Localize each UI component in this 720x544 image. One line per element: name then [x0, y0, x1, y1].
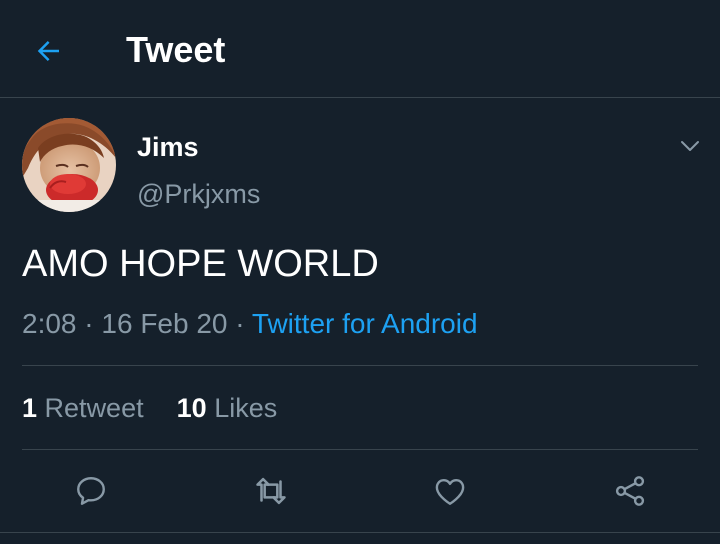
- likes-count: 10: [176, 393, 207, 423]
- divider: [22, 365, 698, 366]
- retweets-label: Retweet: [44, 393, 144, 423]
- like-icon: [435, 479, 465, 505]
- reply-button[interactable]: [66, 466, 116, 516]
- likes-label: Likes: [214, 393, 278, 423]
- avatar-image: [22, 118, 116, 212]
- like-button[interactable]: [425, 466, 475, 516]
- retweets-stat[interactable]: 1 Retweet: [22, 393, 151, 423]
- page-title: Tweet: [126, 29, 226, 70]
- tweet-date: 16 Feb 20: [101, 308, 228, 339]
- retweet-button[interactable]: [246, 466, 296, 516]
- divider: [22, 449, 698, 450]
- share-icon: [615, 476, 645, 506]
- tweet-source-link[interactable]: Twitter for Android: [252, 308, 478, 339]
- divider: [0, 532, 720, 533]
- tweet-meta: 2:08 · 16 Feb 20 · Twitter for Android: [22, 306, 478, 342]
- author-display-name[interactable]: Jims: [137, 131, 199, 163]
- chevron-down-icon: [681, 141, 699, 151]
- meta-separator: ·: [235, 308, 245, 339]
- retweet-icon: [256, 477, 286, 505]
- meta-separator: ·: [84, 308, 94, 339]
- likes-stat[interactable]: 10 Likes: [177, 393, 278, 423]
- author-handle[interactable]: @Prkjxms: [137, 178, 260, 210]
- tweet-time: 2:08: [22, 308, 77, 339]
- retweets-count: 1: [22, 393, 38, 423]
- reply-icon: [77, 477, 105, 505]
- share-button[interactable]: [605, 466, 655, 516]
- tweet-text: AMO HOPE WORLD: [22, 243, 379, 285]
- avatar[interactable]: [22, 118, 116, 212]
- arrow-left-icon: [37, 41, 59, 61]
- tweet-stats: 1 Retweet 10 Likes: [22, 390, 277, 426]
- back-button[interactable]: [26, 28, 72, 74]
- tweet-detail-screen: Tweet Jims @Prkjxms AMO HOPE WORLD 2:08 …: [0, 0, 720, 544]
- tweet-options-button[interactable]: [672, 128, 708, 164]
- top-app-bar: Tweet: [0, 0, 720, 98]
